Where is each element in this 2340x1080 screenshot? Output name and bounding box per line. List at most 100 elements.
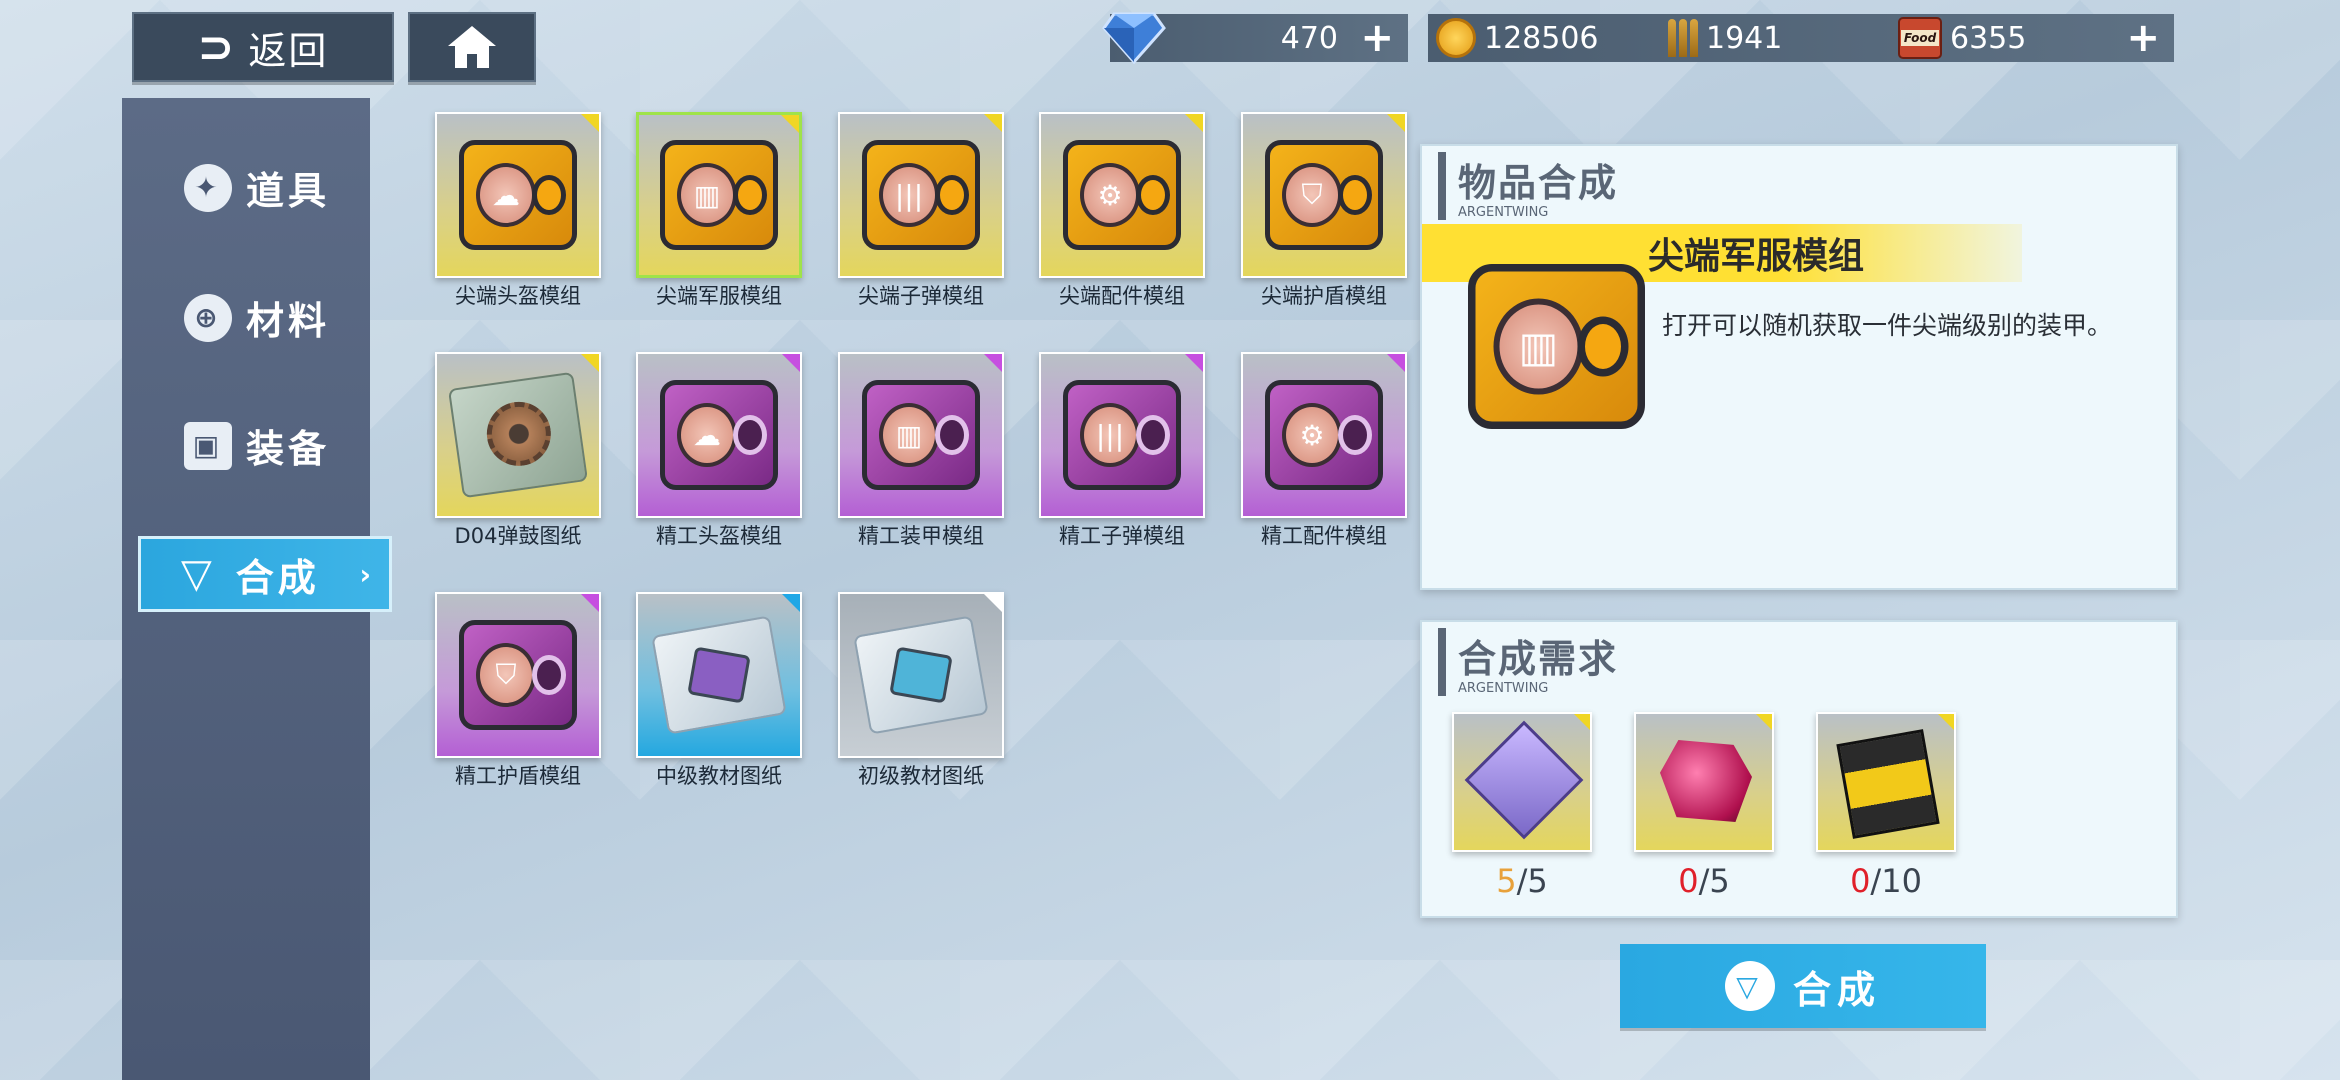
- grid-item-fine-parts-module[interactable]: ⚙: [1241, 352, 1407, 518]
- add-resource-button[interactable]: +: [2126, 18, 2160, 58]
- grid-item-label: 精工装甲模组: [858, 524, 984, 548]
- ammo-icon: [1668, 19, 1698, 57]
- crystal-material-icon: [1660, 740, 1752, 822]
- emblem-material-icon: [1464, 720, 1584, 840]
- requirement-count: 0/10: [1816, 862, 1956, 900]
- requirements-subtitle: ARGENTWING: [1458, 681, 1549, 696]
- requirement-item-manual[interactable]: [1816, 712, 1956, 852]
- craft-icon: ▽: [1724, 961, 1775, 1011]
- gem-count: 470: [1280, 20, 1338, 56]
- grid-item-basic-textbook-blueprint[interactable]: [838, 592, 1004, 758]
- craft-button-label: 合成: [1792, 967, 1881, 1012]
- grid-item-fine-bullet-module[interactable]: |||: [1039, 352, 1205, 518]
- grid-item-intermediate-textbook-blueprint[interactable]: [636, 592, 802, 758]
- uniform-module-icon: ▥: [660, 140, 778, 250]
- craft-tab-icon: ▽: [181, 551, 216, 597]
- bullet-module-icon: |||: [862, 140, 980, 250]
- craft-requirements-panel: 合成需求 ARGENTWING 5/5 0/5 0/10: [1420, 620, 2178, 918]
- grid-item-label: 尖端头盔模组: [455, 284, 581, 308]
- grid-item-elite-bullet-module[interactable]: |||: [838, 112, 1004, 278]
- grid-item-label: 中级教材图纸: [656, 764, 782, 788]
- bullet-module-icon: |||: [1063, 380, 1181, 490]
- item-description: 打开可以随机获取一件尖端级别的装甲。: [1662, 311, 2113, 340]
- back-button[interactable]: ⊃ 返回: [132, 12, 394, 82]
- grid-item-label: 尖端军服模组: [656, 284, 782, 308]
- sidebar-item-craft[interactable]: ▽ 合成 ›: [138, 536, 392, 612]
- need-count: /5: [1516, 862, 1548, 900]
- grid-item-fine-helmet-module[interactable]: ☁: [636, 352, 802, 518]
- requirement-item-crystal[interactable]: [1634, 712, 1774, 852]
- sidebar-item-label: 装备: [246, 427, 331, 471]
- shield-module-icon: ⛉: [459, 620, 577, 730]
- grid-item-label: 精工配件模组: [1261, 524, 1387, 548]
- grid-item-elite-shield-module[interactable]: ⛉: [1241, 112, 1407, 278]
- back-label: 返回: [248, 28, 329, 73]
- grid-item-label: 精工子弹模组: [1059, 524, 1185, 548]
- sidebar-item-materials[interactable]: ⊕ 材料: [184, 290, 330, 345]
- drum-blueprint-icon: [447, 371, 589, 499]
- requirement-count: 5/5: [1452, 862, 1592, 900]
- requirement-item-emblem[interactable]: [1452, 712, 1592, 852]
- food-resource: Food 6355: [1898, 17, 2026, 59]
- sidebar-item-label: 合成: [235, 555, 320, 600]
- need-count: /10: [1870, 862, 1922, 900]
- sidebar-item-props[interactable]: ✦ 道具: [184, 160, 330, 215]
- selected-item-image: ▥: [1468, 264, 1645, 429]
- grid-item-elite-uniform-module[interactable]: ▥: [636, 112, 802, 278]
- ammo-resource: 1941: [1668, 19, 1782, 57]
- grid-item-label: 初级教材图纸: [858, 764, 984, 788]
- props-icon: ✦: [184, 163, 232, 212]
- materials-icon: ⊕: [184, 293, 232, 342]
- have-count: 0: [1850, 862, 1871, 900]
- resource-bar: 128506 1941 Food 6355 +: [1428, 14, 2174, 62]
- grid-item-label: D04弹鼓图纸: [454, 524, 582, 548]
- add-gem-button[interactable]: +: [1360, 18, 1394, 58]
- detail-subtitle: ARGENTWING: [1458, 205, 1549, 220]
- diamond-icon: [1102, 12, 1166, 64]
- sidebar-item-label: 材料: [246, 299, 331, 343]
- coin-icon: [1436, 18, 1476, 58]
- sidebar-item-label: 道具: [246, 169, 331, 213]
- textbook-blueprint-icon: [853, 615, 989, 735]
- grid-item-elite-parts-module[interactable]: ⚙: [1039, 112, 1205, 278]
- equipment-icon: ▣: [184, 421, 232, 470]
- detail-header: 物品合成 ARGENTWING: [1438, 152, 1618, 220]
- back-arrow-icon: ⊃: [197, 21, 237, 73]
- grid-item-label: 精工头盔模组: [656, 524, 782, 548]
- grid-item-fine-armor-module[interactable]: ▥: [838, 352, 1004, 518]
- coin-count: 128506: [1484, 20, 1599, 56]
- home-icon: [448, 26, 496, 68]
- chevron-right-icon: ›: [359, 557, 375, 591]
- home-button[interactable]: [408, 12, 536, 82]
- uniform-module-icon: ▥: [1468, 264, 1645, 429]
- manual-material-icon: [1836, 729, 1940, 839]
- sidebar-item-equipment[interactable]: ▣ 装备: [184, 418, 330, 473]
- have-count: 5: [1496, 862, 1517, 900]
- parts-module-icon: ⚙: [1265, 380, 1383, 490]
- requirements-title: 合成需求: [1458, 637, 1619, 681]
- item-detail-panel: 物品合成 ARGENTWING 尖端军服模组 ▥ 打开可以随机获取一件尖端级别的…: [1420, 144, 2178, 590]
- grid-item-d04-drum-blueprint[interactable]: [435, 352, 601, 518]
- armor-module-icon: ▥: [862, 380, 980, 490]
- grid-item-elite-helmet-module[interactable]: ☁: [435, 112, 601, 278]
- helmet-module-icon: ☁: [660, 380, 778, 490]
- coin-resource: 128506: [1436, 18, 1599, 58]
- parts-module-icon: ⚙: [1063, 140, 1181, 250]
- detail-title: 物品合成: [1458, 161, 1619, 205]
- grid-item-label: 尖端护盾模组: [1261, 284, 1387, 308]
- grid-item-label: 精工护盾模组: [455, 764, 581, 788]
- ammo-count: 1941: [1706, 20, 1783, 56]
- food-icon: Food: [1898, 17, 1942, 59]
- grid-item-label: 尖端配件模组: [1059, 284, 1185, 308]
- food-badge: Food: [1900, 30, 1940, 46]
- gem-currency: 470 +: [1102, 12, 1408, 64]
- food-count: 6355: [1950, 20, 2027, 56]
- helmet-module-icon: ☁: [459, 140, 577, 250]
- requirement-count: 0/5: [1634, 862, 1774, 900]
- need-count: /5: [1698, 862, 1730, 900]
- have-count: 0: [1678, 862, 1699, 900]
- shield-module-icon: ⛉: [1265, 140, 1383, 250]
- craft-button[interactable]: ▽ 合成: [1620, 944, 1986, 1028]
- textbook-blueprint-icon: [651, 615, 787, 735]
- grid-item-fine-shield-module[interactable]: ⛉: [435, 592, 601, 758]
